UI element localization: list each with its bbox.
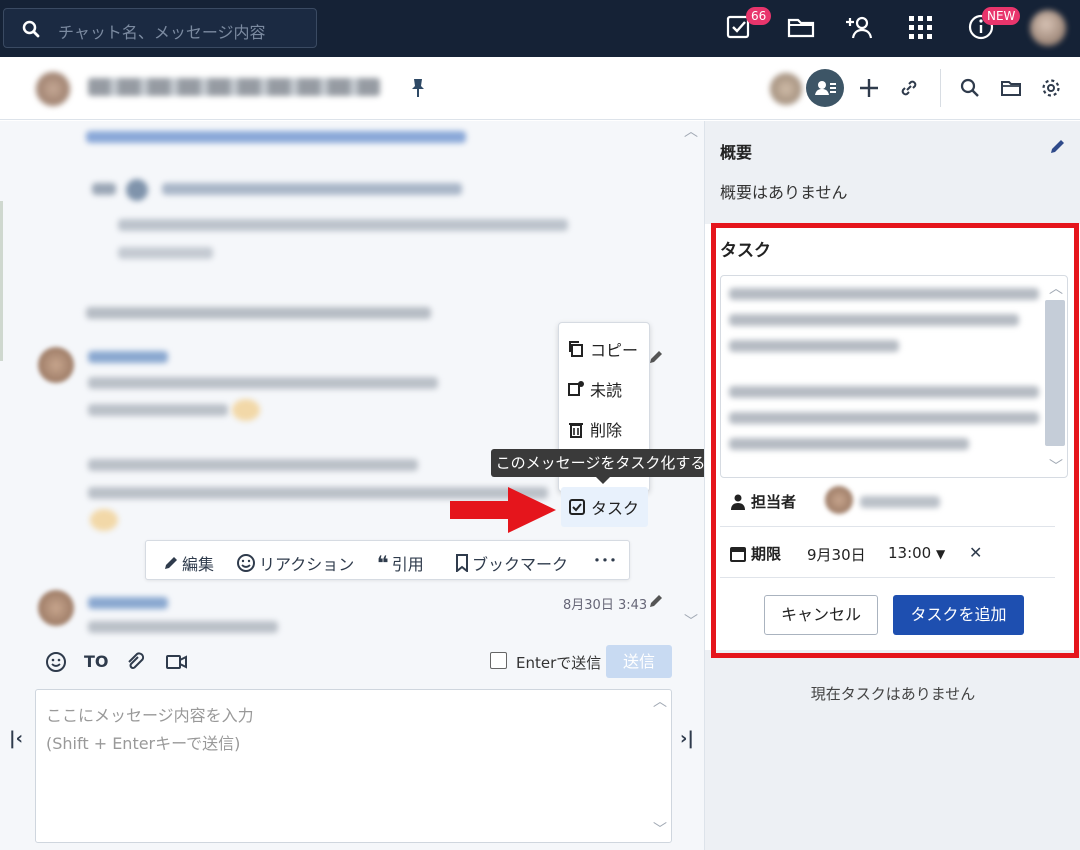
search-icon (22, 20, 40, 38)
settings-gear-icon[interactable] (1040, 77, 1062, 99)
header-divider (940, 69, 941, 107)
sender-avatar[interactable] (38, 590, 74, 626)
member-avatar[interactable] (770, 73, 802, 105)
summary-text: 概要はありません (720, 183, 848, 202)
no-tasks-text: 現在タスクはありません (810, 685, 976, 703)
blurred-link (86, 131, 466, 143)
scroll-down-icon[interactable]: ﹀ (684, 611, 698, 631)
highlight-box (711, 223, 1079, 658)
search-placeholder: チャット名、メッセージ内容 (58, 23, 266, 42)
blurred-sender-name (88, 597, 168, 609)
blurred-text (92, 183, 116, 195)
chat-panel: ︿ コピー 未読 削除 このメッセージをタスク化する タスク 編集 リアクション… (0, 121, 710, 850)
send-button[interactable]: 送信 (606, 645, 672, 678)
menu-item-delete[interactable]: 削除 (567, 417, 622, 441)
blurred-sender-name (88, 351, 168, 363)
reaction-button[interactable]: リアクション (236, 551, 354, 575)
members-icon (815, 81, 836, 95)
new-badge: NEW (982, 7, 1021, 25)
enter-to-send-checkbox[interactable] (490, 652, 507, 669)
blurred-text (88, 404, 228, 416)
enter-to-send-label: Enterで送信 (516, 654, 602, 672)
pencil-icon (165, 557, 177, 569)
blurred-emoji (232, 399, 260, 421)
tooltip-arrow (596, 477, 610, 484)
copy-icon (569, 341, 583, 357)
blurred-avatar (126, 179, 148, 201)
emoji-icon[interactable] (45, 651, 67, 673)
add-user-icon (846, 16, 873, 39)
edit-pencil-icon[interactable] (648, 349, 664, 365)
folder-icon (787, 18, 815, 38)
edit-button[interactable]: 編集 (163, 551, 214, 575)
blurred-text (118, 219, 568, 231)
collapse-right-icon[interactable]: ›| (680, 728, 694, 749)
sender-avatar[interactable] (38, 347, 74, 383)
smiley-icon (237, 554, 255, 572)
files-button[interactable] (786, 12, 818, 44)
member-list-button[interactable] (806, 69, 844, 107)
menu-item-task[interactable]: タスク (561, 487, 648, 527)
top-navigation-bar: チャット名、メッセージ内容 66 NEW (0, 0, 1080, 57)
input-scroll-up-icon: ︿ (653, 694, 667, 710)
edit-summary-icon[interactable] (1049, 137, 1067, 155)
blurred-text (88, 459, 418, 471)
chat-header (0, 57, 1080, 120)
annotation-arrow (450, 487, 556, 533)
message-timestamp: 8月30日 3:43 (563, 598, 648, 613)
edit-pencil-icon[interactable] (648, 593, 664, 609)
blurred-text (118, 247, 213, 259)
grid-icon (909, 16, 932, 39)
blurred-text (88, 621, 278, 633)
user-avatar[interactable] (1030, 10, 1066, 46)
task-checkbox-icon (569, 499, 585, 515)
bookmark-button[interactable]: ブックマーク (455, 551, 568, 575)
quote-button[interactable]: ❝ 引用 (377, 551, 424, 575)
room-name (88, 78, 380, 96)
input-scroll-down-icon: ﹀ (653, 822, 667, 838)
add-contact-button[interactable] (846, 12, 878, 44)
folder-icon[interactable] (1000, 77, 1022, 99)
blurred-text (162, 183, 462, 195)
to-button[interactable]: TO (84, 652, 109, 671)
collapse-left-icon[interactable]: |‹ (9, 728, 23, 749)
trash-icon (569, 423, 583, 438)
message-action-bar: 編集 リアクション ❝ 引用 ブックマーク ･･･ (145, 540, 630, 580)
timeline-edge (0, 201, 3, 361)
search-input[interactable]: チャット名、メッセージ内容 (3, 8, 317, 48)
attachment-icon[interactable] (124, 651, 146, 673)
summary-title: 概要 (720, 143, 753, 162)
blurred-emoji (90, 509, 118, 531)
scroll-up-icon[interactable]: ︿ (684, 121, 698, 141)
bookmark-icon (456, 554, 468, 572)
task-count-badge: 66 (746, 7, 772, 25)
menu-item-copy[interactable]: コピー (567, 337, 638, 361)
pin-icon[interactable] (410, 77, 426, 99)
task-tooltip: このメッセージをタスク化する (491, 449, 710, 477)
video-icon[interactable] (165, 651, 189, 673)
unread-icon (568, 381, 584, 396)
plus-icon[interactable] (858, 77, 880, 99)
search-icon[interactable] (959, 77, 981, 99)
blurred-text (88, 377, 438, 389)
quote-icon: ❝ (377, 551, 389, 575)
link-icon[interactable] (898, 77, 920, 99)
room-avatar (36, 72, 70, 106)
blurred-text (86, 307, 431, 319)
more-button[interactable]: ･･･ (593, 547, 617, 571)
apps-button[interactable] (906, 12, 938, 44)
menu-item-unread[interactable]: 未読 (567, 377, 622, 401)
message-input[interactable]: ここにメッセージ内容を入力 (Shift + Enterキーで送信) (35, 689, 672, 843)
